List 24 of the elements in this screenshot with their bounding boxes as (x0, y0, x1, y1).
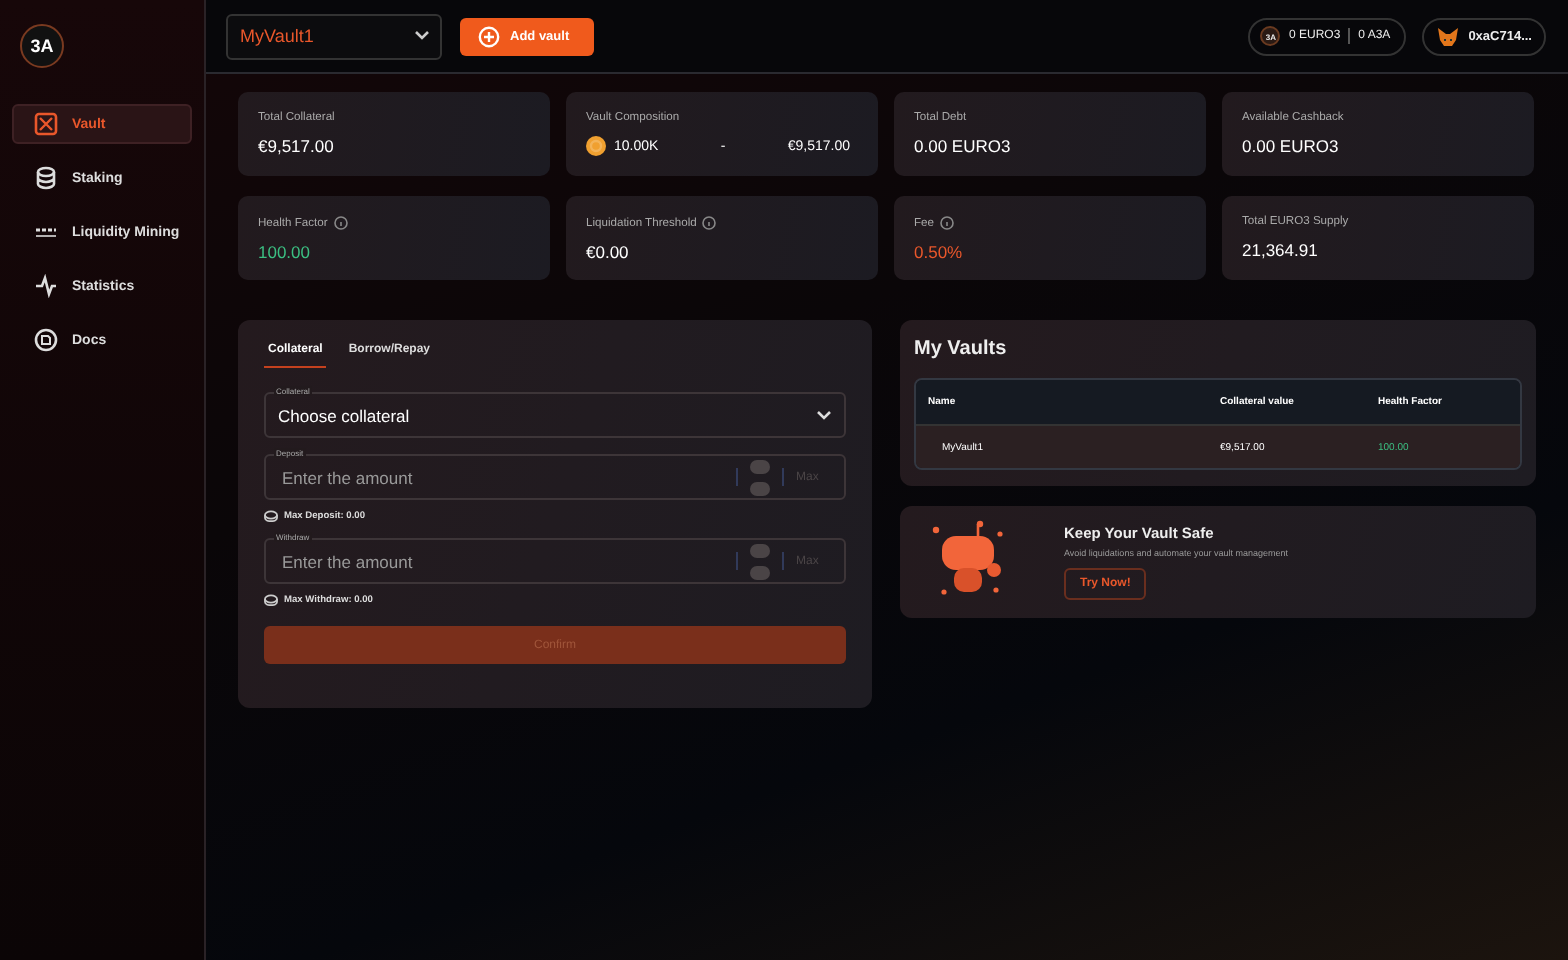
stepper-icon (750, 459, 770, 495)
stat-value: €0.00 (586, 242, 629, 262)
coin-icon (586, 136, 606, 156)
pulse-icon (34, 274, 58, 298)
document-icon (34, 328, 58, 352)
vault-dropdown[interactable]: MyVault1 (226, 13, 442, 59)
chevron-down-icon (816, 409, 832, 421)
stat-value: 21,364.91 (1242, 240, 1318, 260)
dashed-line-icon (34, 227, 58, 237)
stat-value: 0.50% (914, 242, 963, 262)
panel-title: My Vaults (914, 338, 1009, 360)
coins-icon (264, 594, 278, 606)
plus-circle-icon (478, 25, 500, 47)
fox-icon (1436, 25, 1461, 47)
stat-value: €9,517.00 (258, 136, 334, 156)
stat-value: 100.00 (258, 242, 310, 262)
coins-icon (34, 166, 58, 190)
chevron-down-icon (414, 30, 430, 42)
vault-icon (34, 112, 58, 136)
coins-icon (264, 510, 278, 522)
stat-value: 0.00 EURO3 (1242, 136, 1339, 156)
stat-value: 0.00 EURO3 (914, 136, 1011, 156)
stepper-icon (750, 543, 770, 579)
logo[interactable]: 3A (20, 24, 64, 68)
